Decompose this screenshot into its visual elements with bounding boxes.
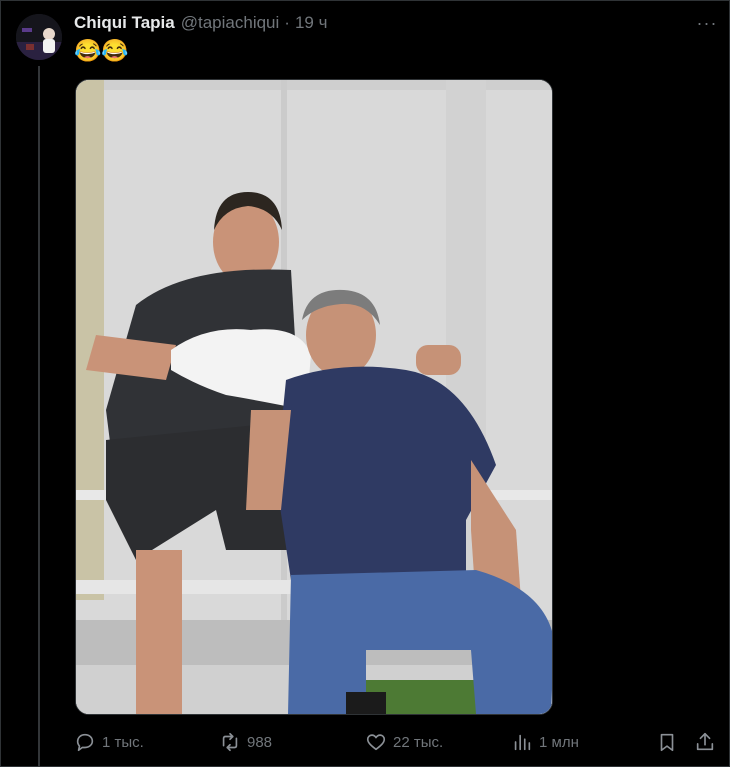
like-count: 22 тыс. (393, 733, 444, 751)
repost-count: 988 (247, 733, 273, 751)
views-icon (514, 734, 531, 751)
views-button[interactable]: 1 млн (511, 728, 579, 756)
tweet-photo[interactable] (75, 79, 553, 715)
avatar-image (16, 14, 62, 60)
more-icon[interactable]: ··· (694, 12, 720, 34)
tweet-header: Chiqui Tapia @tapiachiqui · 19 ч (74, 12, 327, 34)
views-count: 1 млн (539, 733, 579, 751)
author-handle[interactable]: @tapiachiqui (181, 13, 280, 33)
thread-line (38, 66, 40, 767)
author-name[interactable]: Chiqui Tapia (74, 13, 175, 33)
reply-button[interactable]: 1 тыс. (74, 728, 144, 756)
repost-icon (222, 732, 238, 752)
like-button[interactable]: 22 тыс. (365, 728, 443, 756)
action-bar: 1 тыс. 988 22 тыс. 1 млн (74, 728, 720, 756)
bookmark-icon (660, 733, 674, 752)
photo-image (76, 80, 552, 714)
share-icon (696, 732, 714, 751)
post-time[interactable]: 19 ч (295, 13, 328, 33)
reply-count: 1 тыс. (102, 733, 144, 751)
share-button[interactable] (694, 728, 716, 756)
tweet-text: 😂😂 (74, 38, 129, 63)
reply-icon (76, 733, 94, 752)
repost-button[interactable]: 988 (219, 728, 272, 756)
heart-icon (366, 734, 386, 751)
separator-dot: · (284, 13, 290, 32)
avatar[interactable] (16, 14, 62, 60)
bookmark-button[interactable] (656, 728, 678, 756)
